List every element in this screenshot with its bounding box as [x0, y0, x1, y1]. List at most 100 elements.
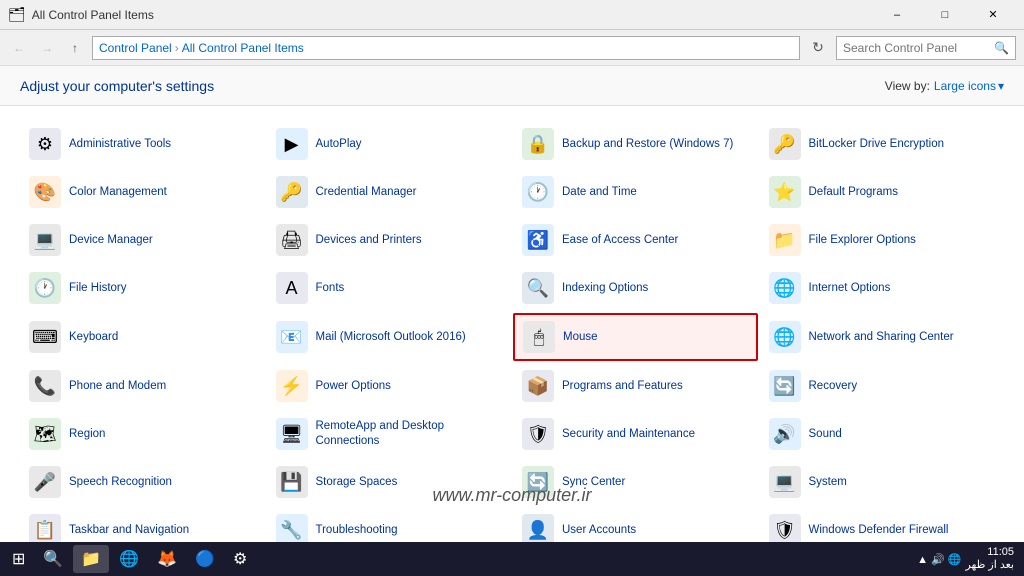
- cp-item-phone-modem[interactable]: 📞 Phone and Modem: [20, 363, 265, 409]
- cp-item-mouse[interactable]: 🖱 Mouse: [513, 313, 758, 361]
- cp-item-date-time[interactable]: 🕐 Date and Time: [513, 169, 758, 215]
- toolbar: Adjust your computer's settings View by:…: [0, 66, 1024, 106]
- cp-item-internet-options[interactable]: 🌐 Internet Options: [760, 265, 1005, 311]
- cp-icon-indexing-options: 🔍: [522, 272, 554, 304]
- file-explorer-taskbar[interactable]: 📁: [73, 545, 109, 573]
- firefox-taskbar[interactable]: 🦊: [149, 545, 185, 573]
- cp-label-system: System: [809, 475, 847, 490]
- path-all-items[interactable]: All Control Panel Items: [182, 41, 304, 55]
- cp-item-sound[interactable]: 🔊 Sound: [760, 411, 1005, 457]
- cp-label-internet-options: Internet Options: [809, 281, 891, 296]
- back-button[interactable]: ←: [8, 37, 30, 59]
- cp-item-power-options[interactable]: ⚡ Power Options: [267, 363, 512, 409]
- cp-item-system[interactable]: 💻 System: [760, 459, 1005, 505]
- cp-item-autoplay[interactable]: ▶ AutoPlay: [267, 121, 512, 167]
- cp-label-administrative-tools: Administrative Tools: [69, 137, 171, 152]
- cp-icon-phone-modem: 📞: [29, 370, 61, 402]
- edge-taskbar[interactable]: 🌐: [111, 545, 147, 573]
- cp-item-file-history[interactable]: 🕐 File History: [20, 265, 265, 311]
- path-control-panel[interactable]: Control Panel: [99, 41, 172, 55]
- cp-label-default-programs: Default Programs: [809, 185, 898, 200]
- view-by-control[interactable]: View by: Large icons ▾: [885, 79, 1004, 93]
- cp-label-storage-spaces: Storage Spaces: [316, 475, 398, 490]
- start-button[interactable]: ⊞: [4, 545, 33, 573]
- cp-item-sync-center[interactable]: 🔄 Sync Center: [513, 459, 758, 505]
- cp-item-administrative-tools[interactable]: ⚙ Administrative Tools: [20, 121, 265, 167]
- cp-label-devices-printers: Devices and Printers: [316, 233, 422, 248]
- window-title: All Control Panel Items: [32, 8, 154, 22]
- cp-label-recovery: Recovery: [809, 379, 858, 394]
- search-input[interactable]: [843, 41, 994, 55]
- cp-label-region: Region: [69, 427, 105, 442]
- cp-item-bitlocker[interactable]: 🔑 BitLocker Drive Encryption: [760, 121, 1005, 167]
- search-box[interactable]: 🔍: [836, 36, 1016, 60]
- cp-icon-security-maintenance: 🛡: [522, 418, 554, 450]
- title-bar-left: 🗂 All Control Panel Items: [8, 6, 154, 23]
- cp-icon-troubleshooting: 🔧: [276, 514, 308, 542]
- path-separator-1: ›: [175, 41, 179, 55]
- cp-item-backup-restore[interactable]: 🔒 Backup and Restore (Windows 7): [513, 121, 758, 167]
- cp-item-keyboard[interactable]: ⌨ Keyboard: [20, 313, 265, 361]
- cp-icon-file-explorer-options: 📁: [769, 224, 801, 256]
- cp-icon-ease-of-access: ♿: [522, 224, 554, 256]
- cp-label-network-sharing: Network and Sharing Center: [809, 330, 954, 345]
- cp-label-autoplay: AutoPlay: [316, 137, 362, 152]
- cp-icon-region: 🗺: [29, 418, 61, 450]
- cp-item-indexing-options[interactable]: 🔍 Indexing Options: [513, 265, 758, 311]
- cp-item-taskbar-navigation[interactable]: 📋 Taskbar and Navigation: [20, 507, 265, 542]
- view-by-value[interactable]: Large icons ▾: [934, 79, 1004, 93]
- cp-icon-bitlocker: 🔑: [769, 128, 801, 160]
- cp-icon-autoplay: ▶: [276, 128, 308, 160]
- cp-label-troubleshooting: Troubleshooting: [316, 523, 398, 538]
- cp-item-color-management[interactable]: 🎨 Color Management: [20, 169, 265, 215]
- cp-item-speech-recognition[interactable]: 🎤 Speech Recognition: [20, 459, 265, 505]
- chrome-taskbar[interactable]: 🔵: [187, 545, 223, 573]
- search-taskbar-button[interactable]: 🔍: [35, 545, 71, 573]
- cp-item-default-programs[interactable]: ⭐ Default Programs: [760, 169, 1005, 215]
- cp-label-phone-modem: Phone and Modem: [69, 379, 166, 394]
- cp-item-network-sharing[interactable]: 🌐 Network and Sharing Center: [760, 313, 1005, 361]
- cp-item-storage-spaces[interactable]: 💾 Storage Spaces: [267, 459, 512, 505]
- date-display: بعد از ظهر: [965, 559, 1014, 572]
- address-path[interactable]: Control Panel › All Control Panel Items: [92, 36, 800, 60]
- up-button[interactable]: ↑: [64, 37, 86, 59]
- forward-button[interactable]: →: [36, 37, 58, 59]
- cp-item-region[interactable]: 🗺 Region: [20, 411, 265, 457]
- cp-item-fonts[interactable]: A Fonts: [267, 265, 512, 311]
- cp-item-credential-manager[interactable]: 🔑 Credential Manager: [267, 169, 512, 215]
- cp-icon-recovery: 🔄: [769, 370, 801, 402]
- cp-item-mail[interactable]: 📧 Mail (Microsoft Outlook 2016): [267, 313, 512, 361]
- cp-item-troubleshooting[interactable]: 🔧 Troubleshooting: [267, 507, 512, 542]
- minimize-button[interactable]: –: [874, 0, 920, 30]
- cp-item-device-manager[interactable]: 💻 Device Manager: [20, 217, 265, 263]
- cp-item-user-accounts[interactable]: 👤 User Accounts: [513, 507, 758, 542]
- cp-icon-keyboard: ⌨: [29, 321, 61, 353]
- main-content: ⚙ Administrative Tools ▶ AutoPlay 🔒 Back…: [0, 106, 1024, 542]
- cp-icon-devices-printers: 🖨: [276, 224, 308, 256]
- cp-item-devices-printers[interactable]: 🖨 Devices and Printers: [267, 217, 512, 263]
- cp-label-fonts: Fonts: [316, 281, 345, 296]
- cp-item-recovery[interactable]: 🔄 Recovery: [760, 363, 1005, 409]
- cp-icon-remoteapp: 🖥: [276, 418, 308, 450]
- cp-icon-default-programs: ⭐: [769, 176, 801, 208]
- cp-label-windows-defender: Windows Defender Firewall: [809, 523, 949, 538]
- settings-taskbar[interactable]: ⚙: [225, 545, 255, 573]
- maximize-button[interactable]: □: [922, 0, 968, 30]
- cp-item-remoteapp[interactable]: 🖥 RemoteApp and Desktop Connections: [267, 411, 512, 457]
- cp-icon-file-history: 🕐: [29, 272, 61, 304]
- cp-item-ease-of-access[interactable]: ♿ Ease of Access Center: [513, 217, 758, 263]
- cp-label-remoteapp: RemoteApp and Desktop Connections: [316, 419, 503, 449]
- address-bar: ← → ↑ Control Panel › All Control Panel …: [0, 30, 1024, 66]
- cp-icon-speech-recognition: 🎤: [29, 466, 61, 498]
- refresh-button[interactable]: ↻: [806, 36, 830, 60]
- cp-icon-storage-spaces: 💾: [276, 466, 308, 498]
- cp-label-sync-center: Sync Center: [562, 475, 625, 490]
- cp-icon-sync-center: 🔄: [522, 466, 554, 498]
- cp-item-windows-defender[interactable]: 🛡 Windows Defender Firewall: [760, 507, 1005, 542]
- cp-item-programs-features[interactable]: 📦 Programs and Features: [513, 363, 758, 409]
- cp-label-security-maintenance: Security and Maintenance: [562, 427, 695, 442]
- close-button[interactable]: ✕: [970, 0, 1016, 30]
- cp-icon-network-sharing: 🌐: [769, 321, 801, 353]
- cp-item-security-maintenance[interactable]: 🛡 Security and Maintenance: [513, 411, 758, 457]
- cp-item-file-explorer-options[interactable]: 📁 File Explorer Options: [760, 217, 1005, 263]
